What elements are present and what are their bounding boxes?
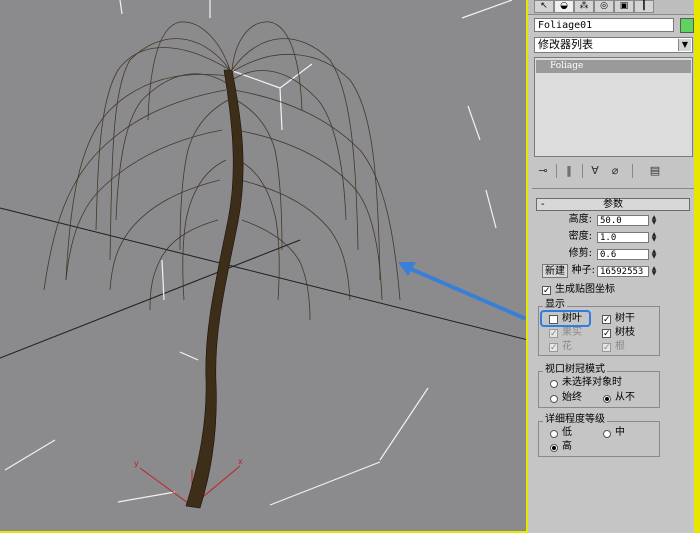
axis-x-label: x — [238, 457, 243, 466]
motion-icon[interactable]: ◎ — [594, 0, 614, 13]
stack-toolbar: ⊸ ‖ ∀ ⌀ ▤ — [534, 162, 693, 180]
height-label: 高度: — [568, 214, 592, 225]
make-unique-icon[interactable]: ∀ — [588, 164, 602, 178]
density-spinner-icon[interactable]: ▲ ▼ — [650, 232, 658, 243]
pin-stack-icon[interactable]: ⊸ — [536, 164, 550, 178]
utilities-icon[interactable]: ┃ — [634, 0, 654, 13]
roots-checkbox[interactable]: ✓ — [602, 343, 611, 353]
trunk-checkbox[interactable]: ✓ — [602, 315, 611, 325]
axis-y-label: y — [134, 459, 139, 468]
canopy-when-unselected-label: 未选择对象时 — [562, 377, 622, 388]
canopy-always-label: 始终 — [562, 392, 582, 403]
viewport-scene: y x — [0, 0, 526, 509]
tree-trunk — [185, 69, 244, 509]
prune-spinner-icon[interactable]: ▲ ▼ — [650, 249, 658, 260]
separator — [632, 164, 633, 178]
detail-low-radio[interactable] — [550, 430, 558, 438]
branches-label: 树枝 — [615, 327, 635, 338]
modify-icon[interactable]: ◒ — [554, 0, 574, 13]
detail-high-label: 高 — [562, 441, 572, 452]
canopy-never-radio[interactable] — [603, 395, 611, 403]
parameters-rollout-header[interactable]: - 参数 — [536, 198, 690, 211]
height-field[interactable]: 50.0 — [597, 215, 649, 226]
seed-field[interactable]: 16592553 — [597, 266, 649, 277]
density-label: 密度: — [568, 231, 592, 242]
display-icon[interactable]: ▣ — [614, 0, 634, 13]
bounding-box — [4, 0, 513, 506]
panel-divider — [532, 188, 696, 189]
fruit-checkbox[interactable]: ✓ — [549, 329, 558, 339]
modifier-stack[interactable]: Foliage — [534, 57, 693, 157]
gen-map-coords-label: 生成贴图坐标 — [555, 284, 615, 295]
hierarchy-icon[interactable]: ⁂ — [574, 0, 594, 13]
detail-medium-label: 中 — [615, 427, 625, 438]
dropdown-arrow-icon[interactable]: ▼ — [678, 39, 691, 51]
callout-arrow — [402, 264, 526, 320]
remove-modifier-icon[interactable]: ⌀ — [608, 164, 622, 178]
prune-field[interactable]: 0.6 — [597, 249, 649, 260]
stack-item-foliage[interactable]: Foliage — [536, 60, 691, 73]
canopy-when-unselected-radio[interactable] — [550, 380, 558, 388]
show-end-result-icon[interactable]: ‖ — [562, 164, 576, 178]
seed-spinner-icon[interactable]: ▲ ▼ — [650, 266, 658, 277]
branches-checkbox[interactable]: ✓ — [602, 329, 611, 339]
leaves-highlight-box — [540, 310, 591, 327]
create-pointer-icon[interactable]: ↖ — [534, 0, 554, 13]
detail-level-group — [538, 421, 660, 457]
configure-sets-icon[interactable]: ▤ — [648, 164, 662, 178]
detail-level-title: 详细程度等级 — [543, 414, 607, 426]
separator — [582, 164, 583, 178]
density-field[interactable]: 1.0 — [597, 232, 649, 243]
flowers-checkbox[interactable]: ✓ — [549, 343, 558, 353]
modifier-list-dropdown[interactable]: 修改器列表 ▼ — [534, 37, 693, 53]
roots-label: 根 — [615, 341, 625, 352]
height-spinner-icon[interactable]: ▲ ▼ — [650, 215, 658, 226]
flowers-label: 花 — [562, 341, 572, 352]
collapse-icon[interactable]: - — [541, 199, 545, 210]
seed-label: 种子: — [571, 265, 595, 276]
rollout-title: 参数 — [603, 199, 623, 210]
object-name-field[interactable]: Foliage01 — [534, 18, 674, 32]
canopy-mode-title: 视口树冠模式 — [543, 364, 607, 376]
detail-high-radio[interactable] — [550, 444, 558, 452]
panel-scroll-edge[interactable] — [694, 0, 700, 533]
panel-tabs: ↖ ◒ ⁂ ◎ ▣ ┃ — [528, 0, 700, 15]
prune-label: 修剪: — [568, 248, 592, 259]
modifier-list-label: 修改器列表 — [538, 38, 593, 51]
object-color-swatch[interactable] — [680, 18, 694, 33]
detail-medium-radio[interactable] — [603, 430, 611, 438]
separator — [556, 164, 557, 178]
detail-low-label: 低 — [562, 427, 572, 438]
perspective-viewport[interactable]: y x — [0, 0, 528, 533]
gen-map-coords-checkbox[interactable]: ✓ — [542, 286, 551, 296]
fruit-label: 果实 — [562, 327, 582, 338]
trunk-label: 树干 — [615, 313, 635, 324]
ground-grid — [0, 207, 526, 359]
canopy-always-radio[interactable] — [550, 395, 558, 403]
canopy-never-label: 从不 — [615, 392, 635, 403]
